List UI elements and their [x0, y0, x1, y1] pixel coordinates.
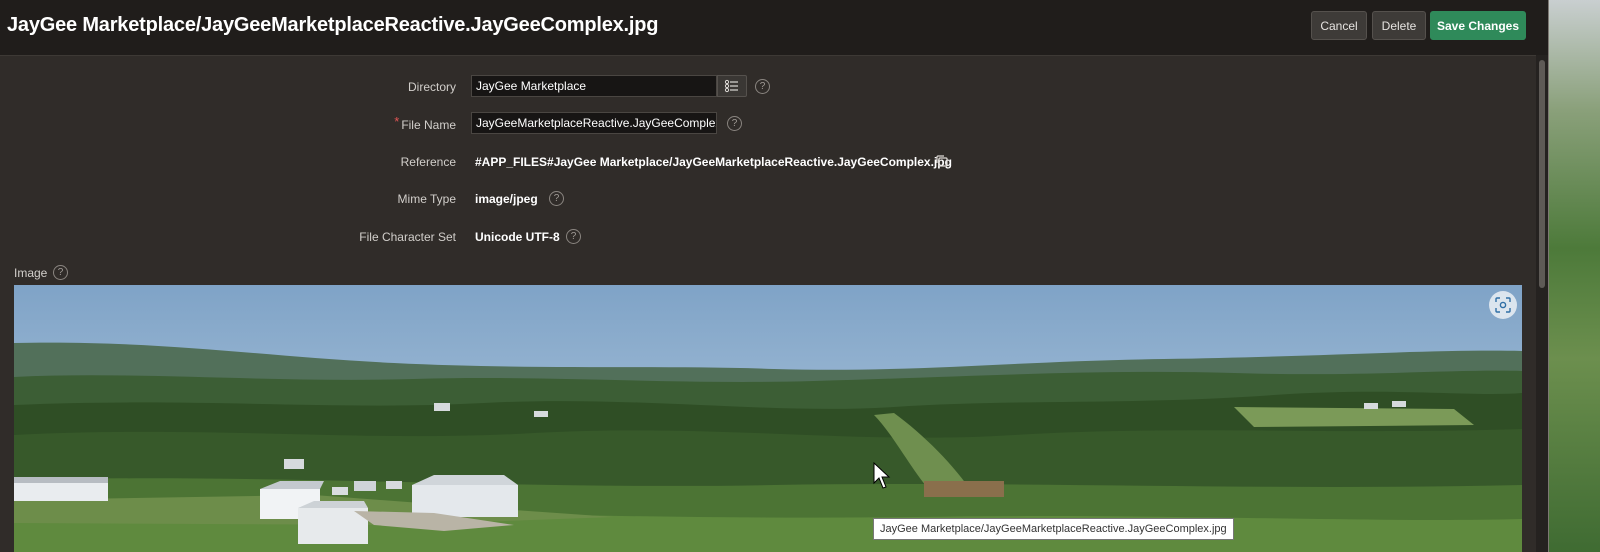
landscape-photo	[14, 285, 1522, 552]
page-title: JayGee Marketplace/JayGeeMarketplaceReac…	[7, 14, 659, 36]
charset-value: Unicode UTF-8	[475, 230, 560, 244]
directory-field[interactable]: JayGee Marketplace	[471, 75, 717, 97]
mime-type-value: image/jpeg	[475, 192, 538, 206]
delete-button[interactable]: Delete	[1372, 11, 1426, 40]
mouse-pointer-icon	[873, 462, 891, 489]
image-tooltip: JayGee Marketplace/JayGeeMarketplaceReac…	[873, 518, 1234, 540]
focus-zoom-icon	[1495, 297, 1511, 313]
file-name-field[interactable]: JayGeeMarketplaceReactive.JayGeeComplex.…	[471, 112, 717, 134]
charset-label: File Character Set	[359, 230, 456, 244]
directory-label: Directory	[407, 80, 456, 94]
mime-type-help-icon[interactable]: ?	[549, 191, 564, 206]
mime-type-label: Mime Type	[397, 192, 456, 206]
reference-label: Reference	[400, 155, 456, 169]
list-icon	[724, 79, 738, 93]
image-help-icon[interactable]: ?	[53, 265, 68, 280]
image-zoom-button[interactable]	[1489, 291, 1517, 319]
background-window-strip	[1549, 0, 1600, 552]
save-changes-button[interactable]: Save Changes	[1430, 11, 1526, 40]
reference-value: #APP_FILES#JayGee Marketplace/JayGeeMark…	[475, 155, 952, 169]
file-name-label-text: File Name	[401, 118, 456, 132]
cancel-button[interactable]: Cancel	[1311, 11, 1367, 40]
file-name-help-icon[interactable]: ?	[727, 116, 742, 131]
page-header: JayGee Marketplace/JayGeeMarketplaceReac…	[0, 0, 1548, 56]
file-name-label: * File Name	[394, 114, 456, 132]
copy-icon[interactable]	[935, 154, 949, 168]
required-marker: *	[394, 114, 400, 129]
image-label: Image	[14, 266, 48, 280]
directory-list-button[interactable]	[717, 75, 747, 97]
image-preview	[14, 285, 1522, 552]
scrollbar-thumb[interactable]	[1539, 60, 1545, 288]
directory-help-icon[interactable]: ?	[755, 79, 770, 94]
charset-help-icon[interactable]: ?	[566, 229, 581, 244]
